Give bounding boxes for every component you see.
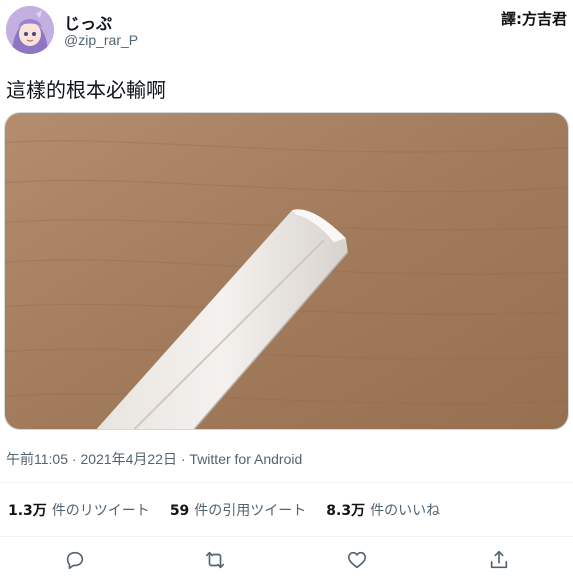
tweet-text: 這樣的根本必輸啊 [6,78,166,102]
stat-likes[interactable]: 8.3万 件のいいね [326,500,440,520]
tweet-source[interactable]: Twitter for Android [189,451,302,467]
photo-wooden-table-stick-icon [5,113,568,429]
stat-retweets[interactable]: 1.3万 件のリツイート [8,500,150,520]
divider [0,482,573,483]
avatar[interactable] [6,6,54,54]
share-button[interactable] [488,549,512,573]
share-icon [490,550,508,569]
tweet-date[interactable]: 2021年4月22日 [80,451,177,467]
like-button[interactable] [346,549,370,573]
user-handle[interactable]: @zip_rar_P [64,32,138,48]
meta-separator: · [71,451,77,467]
tweet-actions [0,545,573,575]
like-icon [347,551,367,569]
translator-credit: 譯:方吉君 [501,10,567,28]
stat-count: 59 [169,503,190,519]
tweet-timestamp[interactable]: 午前11:05 · 2021年4月22日 · Twitter for Andro… [6,449,302,469]
stat-label: 件の引用ツイート [194,503,307,519]
engagement-stats: 1.3万 件のリツイート 59 件の引用ツイート 8.3万 件のいいね [8,500,440,520]
tweet-photo[interactable] [4,112,569,430]
stat-quote-tweets[interactable]: 59 件の引用ツイート [170,500,306,520]
avatar-illustration-icon [6,6,54,54]
display-name[interactable]: じっぷ [64,10,112,34]
stat-label: 件のいいね [370,503,441,519]
meta-separator: · [180,451,186,467]
stat-label: 件のリツイート [51,503,150,519]
retweet-button[interactable] [204,549,228,573]
tweet-time[interactable]: 午前11:05 [6,451,68,467]
reply-button[interactable] [64,549,88,573]
stat-count: 8.3万 [326,503,366,519]
divider [0,536,573,537]
retweet-icon [205,551,225,569]
stat-count: 1.3万 [8,503,47,519]
reply-icon [66,551,84,570]
